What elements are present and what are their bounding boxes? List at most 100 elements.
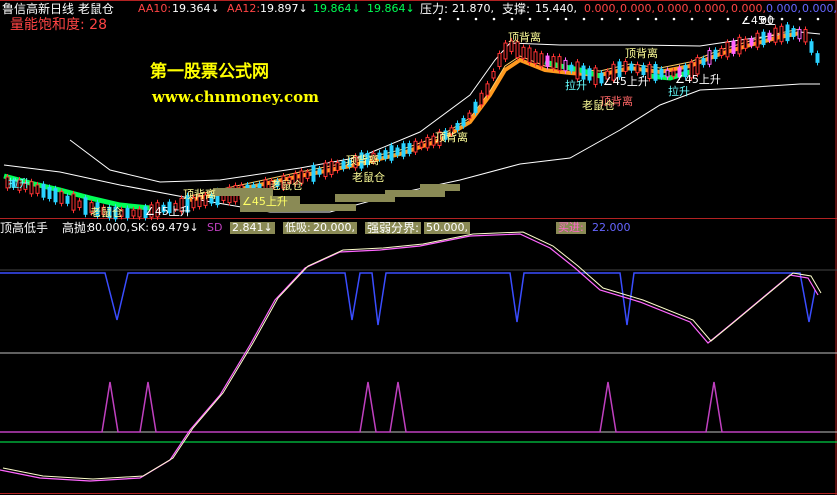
zero-4: 0.000,: [694, 2, 729, 15]
zero-1: 0.000,: [584, 2, 619, 15]
marker-dot: [708, 17, 712, 21]
high-throw-label: 高抛:: [62, 221, 91, 235]
signal-top-divergence-3: 顶背离: [435, 131, 468, 144]
candle-body: [761, 31, 766, 46]
sd-value: 2.841↓: [230, 221, 275, 234]
pressure-label: 压力:: [420, 2, 449, 16]
candle-body: [77, 200, 82, 208]
candle-body: [707, 50, 712, 65]
candle-body: [137, 208, 142, 218]
candle-body: [389, 145, 394, 161]
candle-body: [785, 24, 790, 42]
candle-body: [737, 36, 742, 55]
candle-body: [587, 68, 592, 81]
marker-dot: [456, 17, 460, 21]
candle-body: [413, 140, 418, 153]
marker-dot: [780, 17, 784, 21]
candle-body: [815, 53, 820, 63]
signal-rise-45-4: ∠45上升: [675, 73, 721, 86]
candle-body: [317, 168, 322, 175]
signal-block: [385, 190, 445, 197]
signal-magenta-line: [0, 381, 820, 433]
sd-blue-line: [0, 272, 816, 326]
marker-dot: [546, 17, 550, 21]
candle-body: [125, 207, 130, 219]
watermark-site-name: 第一股票公式网: [150, 62, 269, 82]
candle-body: [41, 183, 46, 198]
candle-body: [551, 56, 556, 69]
marker-dot: [492, 17, 496, 21]
axis-price-fragment: 00: [760, 14, 774, 27]
strong-weak-value: 50.000,: [424, 221, 470, 234]
candle-body: [131, 209, 136, 217]
watermark-url: www.chnmoney.com: [152, 88, 319, 106]
candle-body: [527, 47, 532, 63]
candle-body: [575, 61, 580, 80]
candle-body: [731, 40, 736, 54]
candle-body: [773, 27, 778, 43]
candle-body: [701, 58, 706, 66]
candle-body: [797, 29, 802, 40]
high-throw-value: 80.000,: [88, 221, 130, 234]
candle-body: [473, 101, 478, 114]
candle-body: [563, 59, 568, 72]
candle-body: [65, 195, 70, 204]
stock-chart-window: 鲁信高新日线 老鼠仓 AA10: 19.364↓ AA12: 19.897↓ 1…: [0, 0, 837, 495]
candle-body: [725, 41, 730, 58]
signal-pullup-1: 拉升: [8, 177, 30, 190]
candle-body: [455, 122, 460, 130]
support-label: 支撑:: [502, 2, 531, 16]
oscillator-sd-line: [0, 233, 819, 482]
value-4: 19.864↓: [367, 2, 415, 15]
candle-body: [335, 162, 340, 171]
signal-rat-position-2: 老鼠仓: [270, 179, 303, 192]
candle-body: [479, 92, 484, 106]
buy-in-value: 22.000: [592, 221, 631, 234]
signal-top-divergence-1: 顶背离: [508, 31, 541, 44]
indicator-name: 顶高低手: [0, 221, 49, 235]
signal-pullup-2: 拉升: [565, 79, 587, 92]
chart-title: 鲁信高新日线 老鼠仓: [2, 2, 114, 16]
marker-dot: [798, 17, 802, 21]
signal-rise-45-2: ∠45上升: [145, 205, 191, 218]
candle-body: [545, 55, 550, 67]
marker-dot: [564, 17, 568, 21]
candle-body: [779, 25, 784, 43]
sk-value: 69.479↓: [151, 221, 199, 234]
candle-body: [59, 191, 64, 204]
candle-body: [557, 56, 562, 72]
zero-7: 0.000,: [802, 2, 837, 15]
candle-body: [659, 68, 664, 78]
candle-body: [305, 171, 310, 179]
candle-body: [497, 53, 502, 67]
candle-body: [629, 63, 634, 71]
support-value: 15.440,: [535, 2, 577, 15]
candle-body: [311, 165, 316, 182]
candle-body: [791, 28, 796, 37]
marker-dot: [618, 17, 622, 21]
signal-block: [296, 204, 356, 211]
candle-body: [719, 48, 724, 56]
signal-rat-position-4: 老鼠仓: [582, 99, 615, 112]
candle-body: [755, 32, 760, 48]
candle-body: [395, 147, 400, 156]
candle-body: [467, 112, 472, 119]
marker-dot: [510, 17, 514, 21]
zero-2: 0.000,: [620, 2, 655, 15]
candle-body: [569, 64, 574, 72]
signal-rise-45-1: ∠45上升: [240, 195, 290, 208]
signal-top-divergence-2: 顶背离: [625, 47, 658, 60]
candle-body: [53, 188, 58, 203]
marker-dot: [636, 17, 640, 21]
marker-dot: [672, 17, 676, 21]
candle-body: [419, 141, 424, 148]
sd-label: SD: [207, 221, 223, 234]
candle-body: [713, 49, 718, 60]
candle-body: [47, 187, 52, 199]
candle-body: [749, 38, 754, 46]
signal-top-divergence-4: 顶背离: [346, 154, 379, 167]
candle-body: [743, 38, 748, 49]
aa12-label: AA12:: [227, 2, 261, 15]
marker-dot: [726, 17, 730, 21]
candle-body: [623, 60, 628, 72]
